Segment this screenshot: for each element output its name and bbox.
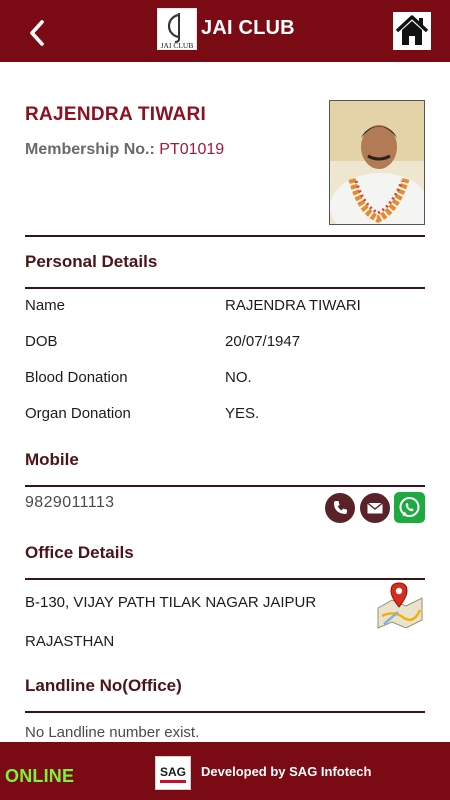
email-button[interactable] (360, 493, 390, 523)
mobile-number[interactable]: 9829011113 (25, 494, 114, 512)
field-value-dob: 20/07/1947 (225, 333, 301, 350)
app-header: JAI CLUB JAI CLUB (0, 0, 450, 62)
home-button[interactable] (393, 12, 431, 50)
field-value-blood-donation: NO. (225, 369, 252, 386)
field-value-name: RAJENDRA TIWARI (225, 297, 361, 314)
online-status: ONLINE (5, 766, 75, 786)
section-title-mobile: Mobile (25, 450, 79, 469)
landline-message: No Landline number exist. (25, 724, 200, 741)
section-title-landline: Landline No(Office) (25, 676, 182, 695)
sag-logo-text: SAG (160, 765, 186, 779)
app-title: JAI CLUB (201, 17, 295, 39)
whatsapp-button[interactable] (394, 492, 425, 523)
membership-number: PT01019 (159, 141, 225, 158)
chevron-left-icon (30, 20, 44, 46)
email-icon (367, 502, 383, 514)
office-address-line-2: RAJASTHAN (25, 633, 115, 650)
call-button[interactable] (325, 493, 355, 523)
sag-logo: SAG (155, 756, 191, 790)
section-title-personal: Personal Details (25, 252, 158, 271)
field-label-blood-donation: Blood Donation (25, 369, 128, 386)
logo-caption: JAI CLUB (161, 41, 194, 49)
office-address-line-1: B-130, VIJAY PATH TILAK NAGAR JAIPUR (25, 594, 317, 611)
divider (25, 235, 425, 237)
member-name: RAJENDRA TIWARI (25, 104, 207, 125)
map-button[interactable] (374, 580, 426, 630)
phone-icon (334, 501, 347, 514)
field-label-name: Name (25, 297, 66, 314)
app-footer: ONLINE SAG Developed by SAG Infotech (0, 742, 450, 800)
back-button[interactable] (22, 16, 54, 48)
divider (25, 711, 425, 713)
field-label-dob: DOB (25, 333, 58, 350)
divider (25, 287, 425, 289)
field-value-organ-donation: YES. (225, 405, 260, 422)
section-title-office: Office Details (25, 543, 134, 562)
member-photo (329, 100, 425, 225)
home-icon (395, 15, 429, 45)
club-logo: JAI CLUB (157, 8, 197, 50)
membership-label: Membership No.: (25, 141, 155, 158)
divider (25, 578, 425, 580)
map-location-icon (377, 582, 423, 629)
membership-info: Membership No.: PT01019 (25, 141, 224, 159)
divider (25, 485, 425, 487)
whatsapp-icon (399, 497, 420, 517)
field-label-organ-donation: Organ Donation (25, 405, 131, 422)
developer-credit[interactable]: Developed by SAG Infotech (201, 764, 371, 779)
